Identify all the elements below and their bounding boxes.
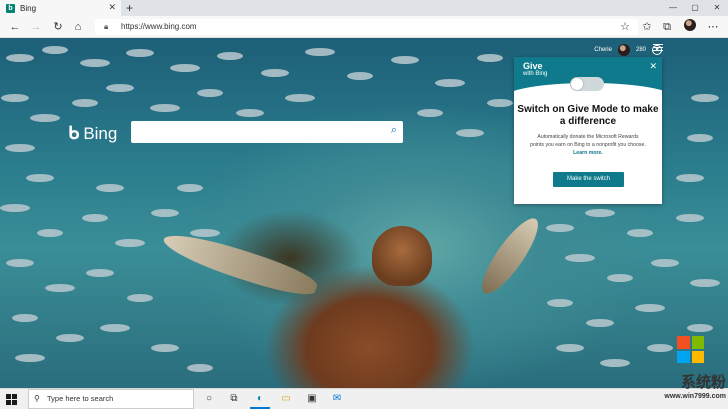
new-tab-button[interactable]: +: [126, 1, 133, 15]
microsoft-store-icon[interactable]: ▣: [305, 392, 319, 406]
favorites-list-icon[interactable]: ✩: [638, 18, 656, 36]
forward-arrow-icon[interactable]: →: [27, 18, 45, 36]
bing-logo-text: Bing: [83, 123, 118, 143]
give-card-heading: Switch on Give Mode to make a difference: [517, 104, 659, 127]
minimize-button[interactable]: —: [662, 0, 684, 16]
cortana-icon[interactable]: ○: [202, 392, 216, 406]
bing-b-icon: ᑲ: [68, 123, 80, 143]
turtle-head: [372, 226, 432, 286]
windows-taskbar: ⚲ Type here to search ○ ⧉ ◐ ▭ ▣ ✉: [0, 388, 728, 409]
task-view-icon[interactable]: ⧉: [227, 392, 241, 406]
give-card-header: Give with Bing ✕: [514, 57, 662, 95]
profile-avatar[interactable]: [684, 19, 696, 31]
user-avatar[interactable]: [617, 44, 630, 56]
address-url: https://www.bing.com: [121, 22, 197, 31]
lock-icon: 🔒︎: [104, 22, 109, 31]
learn-more-link[interactable]: Learn more.: [573, 150, 603, 156]
reward-points[interactable]: 280: [636, 47, 646, 53]
back-arrow-icon[interactable]: ←: [6, 18, 24, 36]
give-mode-popup: Give with Bing ✕ Switch on Give Mode to …: [514, 57, 662, 204]
address-bar[interactable]: 🔒︎ https://www.bing.com: [95, 19, 638, 35]
search-input[interactable]: ⌕: [131, 121, 403, 143]
tab-bing[interactable]: b Bing ✕: [0, 0, 121, 16]
taskbar-search-placeholder: Type here to search: [47, 394, 114, 403]
tab-strip: b Bing ✕ + — ▢ ✕: [0, 0, 728, 16]
close-window-button[interactable]: ✕: [706, 0, 728, 16]
bing-header-account: Cherie 280 ♥: [594, 44, 662, 56]
give-card-description: Automatically donate the Microsoft Rewar…: [530, 134, 646, 148]
tab-title: Bing: [20, 3, 37, 13]
more-menu-icon[interactable]: ⋯: [704, 18, 722, 36]
bing-logo[interactable]: ᑲ Bing: [68, 123, 117, 144]
mail-icon[interactable]: ✉: [330, 392, 344, 406]
refresh-icon[interactable]: ↻: [49, 18, 67, 36]
give-brand-title: Give: [523, 61, 543, 71]
search-icon: ⚲: [34, 394, 40, 403]
make-the-switch-button[interactable]: Make the switch: [553, 172, 624, 187]
bing-homepage: Cherie 280 ♥ ᑲ Bing ⌕ Give with Bing ✕ S…: [0, 38, 728, 388]
site-watermark: 系统粉 www.win7999.com: [664, 334, 728, 409]
toggle-knob: [571, 78, 583, 90]
watermark-brand: 系统粉: [680, 374, 726, 391]
windows-logo-icon: [677, 336, 704, 363]
favorite-star-icon[interactable]: ☆: [616, 18, 634, 36]
close-icon[interactable]: ✕: [649, 61, 657, 72]
file-explorer-icon[interactable]: ▭: [279, 392, 293, 406]
maximize-button[interactable]: ▢: [684, 0, 706, 16]
give-mode-toggle[interactable]: [570, 77, 604, 91]
user-name[interactable]: Cherie: [594, 47, 612, 53]
collections-icon[interactable]: ⧉: [658, 18, 676, 36]
search-icon[interactable]: ⌕: [391, 124, 397, 137]
close-tab-icon[interactable]: ✕: [108, 2, 116, 13]
browser-toolbar: ← → ↻ ⌂ 🔒︎ https://www.bing.com ☆ ✩ ⧉ ⋯: [0, 16, 728, 38]
give-card-body: Automatically donate the Microsoft Rewar…: [530, 133, 646, 157]
bing-favicon-icon: b: [6, 3, 15, 13]
give-brand-subtitle: with Bing: [523, 71, 548, 77]
browser-window: b Bing ✕ + — ▢ ✕ ← → ↻ ⌂ 🔒︎ https://www.…: [0, 0, 728, 409]
start-button[interactable]: [6, 394, 17, 405]
edge-browser-icon[interactable]: ◐: [253, 392, 267, 406]
watermark-url: www.win7999.com: [664, 393, 726, 400]
hamburger-menu-icon[interactable]: [653, 42, 663, 53]
home-icon[interactable]: ⌂: [69, 18, 87, 36]
taskbar-search-box[interactable]: ⚲ Type here to search: [28, 389, 194, 409]
